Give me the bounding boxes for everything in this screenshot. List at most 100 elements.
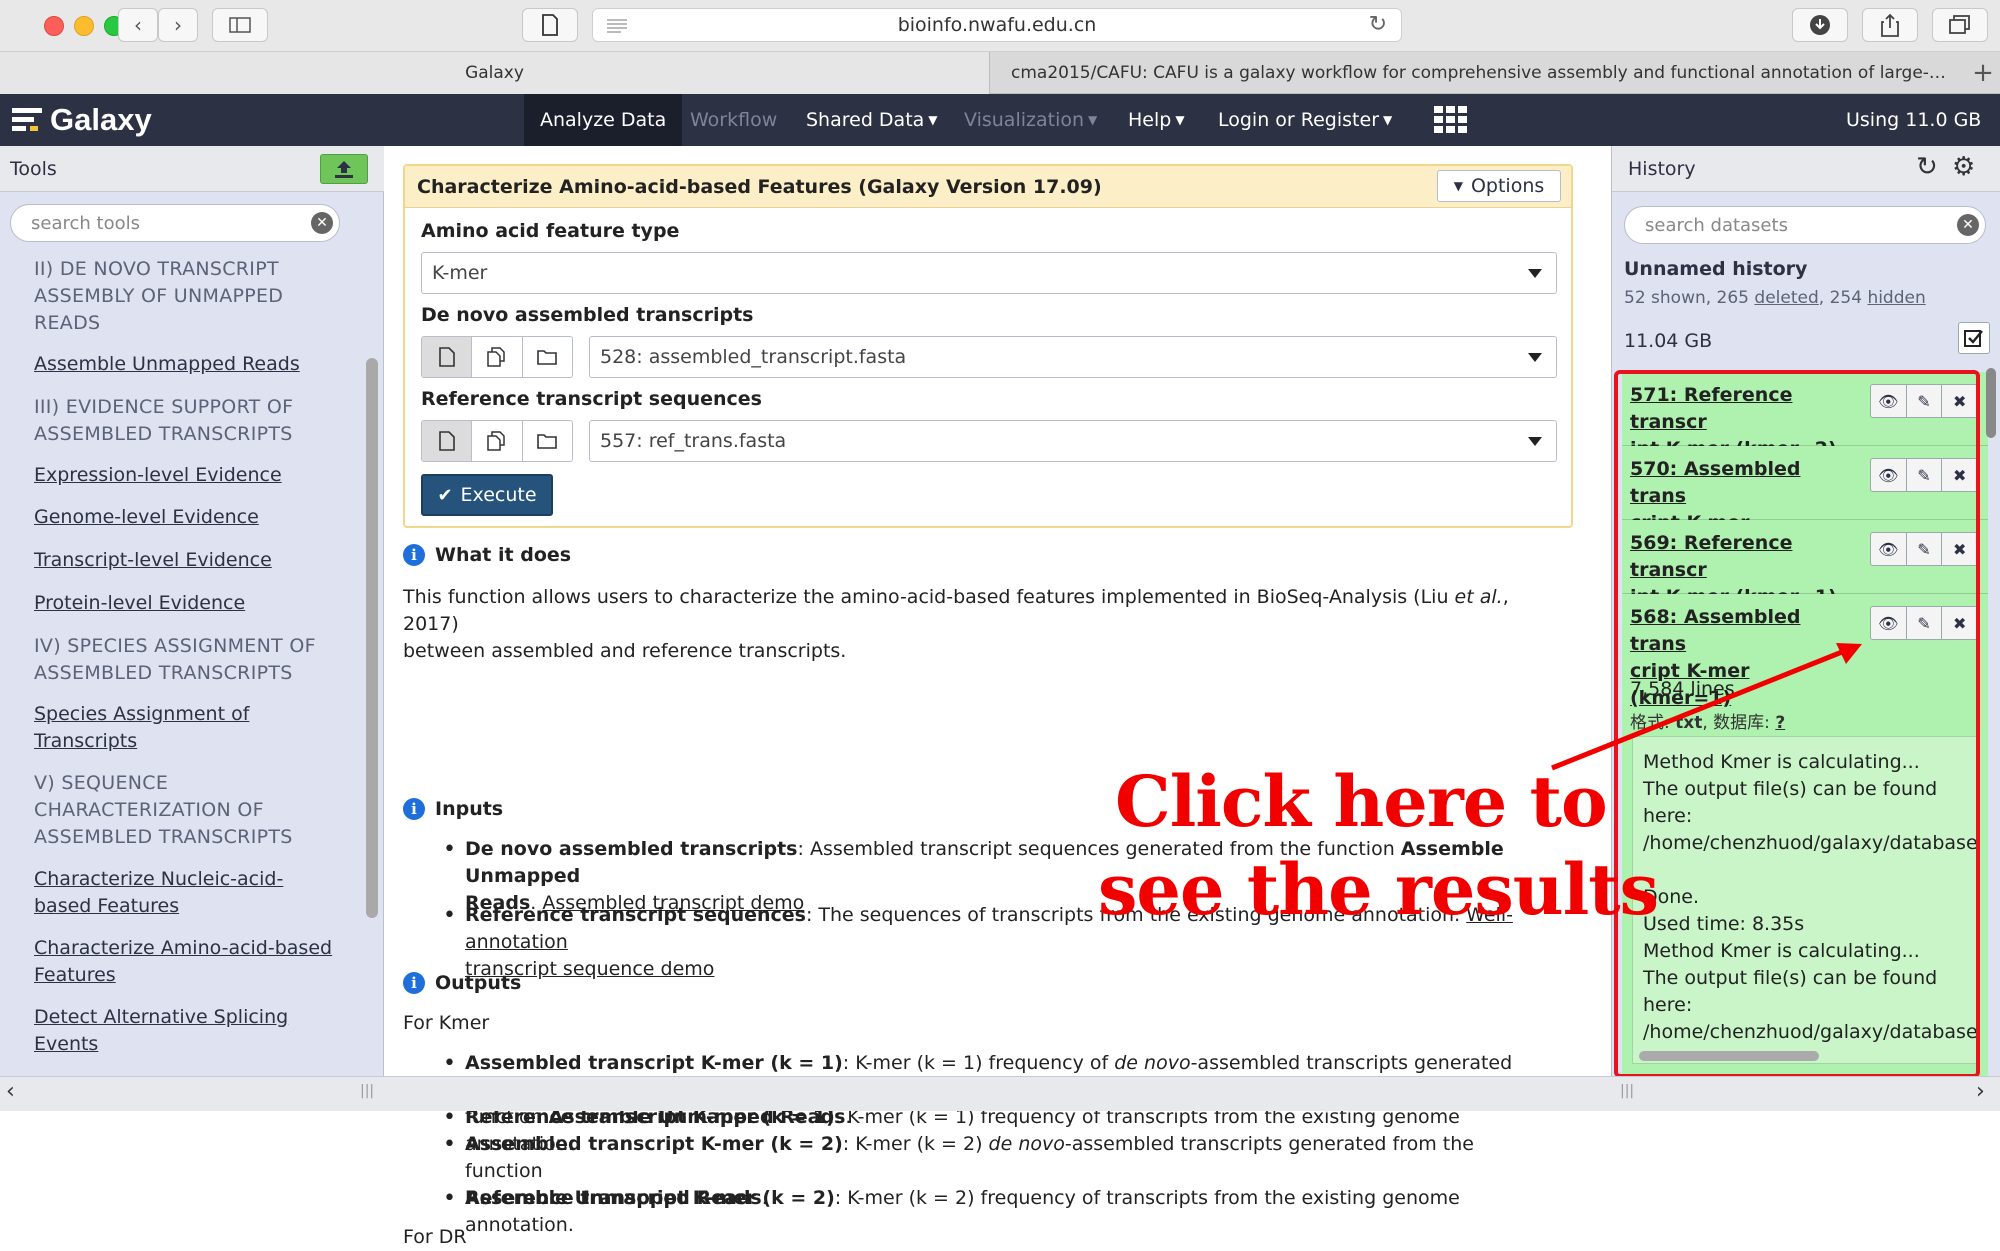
single-dataset-button[interactable] [422, 421, 473, 461]
reader-lines-icon [607, 19, 627, 33]
assembled-transcripts-label: De novo assembled transcripts [421, 304, 754, 326]
downloads-button[interactable] [1792, 8, 1848, 42]
tool-species-assignment[interactable]: Species Assignment of Transcripts [34, 701, 249, 755]
show-hidden-link[interactable]: hidden [1867, 288, 1925, 308]
show-deleted-link[interactable]: deleted [1754, 288, 1818, 308]
sidebar-toggle-button[interactable] [212, 8, 268, 42]
for-kmer-label: For Kmer [403, 1012, 490, 1034]
tabs-icon [1949, 15, 1970, 34]
files-icon [487, 431, 505, 451]
annotation-text-line1: Click here to [1115, 760, 1608, 843]
history-scrollbar[interactable] [1986, 368, 1996, 438]
execute-button[interactable]: ✔ Execute [421, 474, 553, 516]
tool-panel-header: Tools [0, 146, 384, 192]
url-text: bioinfo.nwafu.edu.cn [897, 14, 1097, 36]
minimize-window-button[interactable] [74, 16, 94, 36]
nav-workflow[interactable]: Workflow [674, 94, 793, 146]
back-button[interactable]: ‹ [118, 8, 158, 42]
center-panel: Characterize Amino-acid-based Features (… [385, 146, 1995, 1248]
apps-grid-button[interactable] [1418, 94, 1484, 146]
checkbox-icon [1964, 330, 1983, 347]
collection-button[interactable] [523, 337, 572, 377]
tool-assemble-unmapped-reads[interactable]: Assemble Unmapped Reads [34, 351, 300, 378]
section-de-novo-assembly[interactable]: II) DE NOVO TRANSCRIPT ASSEMBLY OF UNMAP… [34, 256, 283, 337]
for-dr-label: For DR [403, 1226, 467, 1248]
new-tab-button[interactable]: + [1966, 52, 2000, 94]
clear-search-icon[interactable]: ✕ [311, 212, 333, 234]
gear-icon[interactable]: ⚙ [1952, 152, 1975, 182]
tool-panel-scrollbar[interactable] [366, 358, 378, 918]
history-panel-header: History ↻ ⚙ [1612, 146, 2000, 192]
collapse-right-icon[interactable]: › [1976, 1079, 1985, 1104]
nav-login[interactable]: Login or Register ▼ [1202, 94, 1408, 146]
nav-analyze-data[interactable]: Analyze Data [524, 94, 683, 146]
multiple-datasets-button[interactable] [472, 421, 523, 461]
tab-galaxy[interactable]: Galaxy [0, 52, 990, 94]
nav-help[interactable]: Help ▼ [1112, 94, 1201, 146]
download-icon [1810, 15, 1830, 35]
highlight-box [1614, 370, 1980, 1078]
options-button[interactable]: ▼ Options [1437, 170, 1561, 202]
section-species-assignment[interactable]: IV) SPECIES ASSIGNMENT OF ASSEMBLED TRAN… [34, 633, 316, 687]
forward-button[interactable]: › [158, 8, 198, 42]
close-window-button[interactable] [44, 16, 64, 36]
tool-panel: Tools search tools ✕ II) DE NOVO TRANSCR… [0, 146, 384, 1076]
galaxy-logo[interactable]: Galaxy [12, 102, 152, 138]
sidebar-icon [229, 17, 251, 33]
tool-panel-title: Tools [10, 158, 57, 180]
tool-characterize-nucleic-acid[interactable]: Characterize Nucleic-acid- based Feature… [34, 866, 283, 920]
reference-transcripts-select[interactable]: 557: ref_trans.fasta [589, 420, 1557, 462]
section-evidence-support[interactable]: III) EVIDENCE SUPPORT OF ASSEMBLED TRANS… [34, 394, 293, 448]
tool-characterize-amino-acid[interactable]: Characterize Amino-acid-based Features [34, 935, 332, 989]
assembled-transcripts-select[interactable]: 528: assembled_transcript.fasta [589, 336, 1557, 378]
clear-search-icon[interactable]: ✕ [1957, 214, 1979, 236]
tool-genome-level-evidence[interactable]: Genome-level Evidence [34, 504, 259, 531]
dropdown-arrow-icon [1528, 353, 1542, 362]
single-dataset-button[interactable] [422, 337, 473, 377]
share-button[interactable] [1862, 8, 1918, 42]
select-datasets-button[interactable] [1958, 322, 1990, 354]
tool-transcript-level-evidence[interactable]: Transcript-level Evidence [34, 547, 272, 574]
reader-button[interactable] [522, 8, 578, 42]
reload-icon[interactable]: ↻ [1369, 12, 1387, 37]
tabs-overview-button[interactable] [1932, 8, 1988, 42]
tab-github[interactable]: cma2015/CAFU: CAFU is a galaxy workflow … [991, 52, 1966, 94]
caret-down-icon: ▼ [1453, 179, 1463, 193]
history-size: 11.04 GB [1624, 330, 1713, 352]
caret-down-icon: ▼ [1383, 113, 1393, 127]
nav-visualization[interactable]: Visualization ▼ [948, 94, 1113, 146]
what-it-does-heading: i What it does [403, 544, 571, 566]
upload-button[interactable] [320, 154, 368, 184]
refresh-icon[interactable]: ↻ [1916, 152, 1938, 182]
history-panel-title: History [1628, 158, 1696, 180]
outputs-heading: i Outputs [403, 972, 521, 994]
dropdown-arrow-icon [1528, 437, 1542, 446]
brand-label: Galaxy [50, 102, 152, 137]
tab-label: Galaxy [465, 63, 524, 83]
tool-title: Characterize Amino-acid-based Features (… [417, 176, 1102, 198]
quota-meter: Using 11.0 GB [1846, 109, 1982, 131]
info-icon: i [403, 972, 425, 994]
folder-icon [537, 434, 558, 449]
tab-label: cma2015/CAFU: CAFU is a galaxy workflow … [1011, 63, 1946, 83]
tool-protein-level-evidence[interactable]: Protein-level Evidence [34, 590, 245, 617]
collection-button[interactable] [523, 421, 572, 461]
address-bar[interactable]: bioinfo.nwafu.edu.cn ↻ [592, 8, 1402, 42]
feature-type-label: Amino acid feature type [421, 220, 680, 242]
multiple-datasets-button[interactable] [472, 337, 523, 377]
resize-grip-icon: ||| [360, 1083, 375, 1099]
section-sequence-characterization[interactable]: V) SEQUENCE CHARACTERIZATION OF ASSEMBLE… [34, 770, 293, 851]
nav-shared-data[interactable]: Shared Data ▼ [790, 94, 954, 146]
tool-detect-alternative-splicing[interactable]: Detect Alternative Splicing Events [34, 1004, 288, 1058]
collapse-left-icon[interactable]: ‹ [6, 1079, 15, 1104]
history-name[interactable]: Unnamed history [1624, 258, 1807, 280]
caret-down-icon: ▼ [1175, 113, 1185, 127]
info-icon: i [403, 544, 425, 566]
tool-form-header: Characterize Amino-acid-based Features (… [405, 166, 1571, 208]
tool-expression-level-evidence[interactable]: Expression-level Evidence [34, 462, 282, 489]
check-icon: ✔ [437, 484, 453, 506]
galaxy-logo-icon [12, 108, 42, 131]
search-datasets-input[interactable]: search datasets ✕ [1624, 206, 1986, 244]
search-tools-input[interactable]: search tools ✕ [10, 204, 340, 242]
feature-type-select[interactable]: K-mer [421, 252, 1557, 294]
